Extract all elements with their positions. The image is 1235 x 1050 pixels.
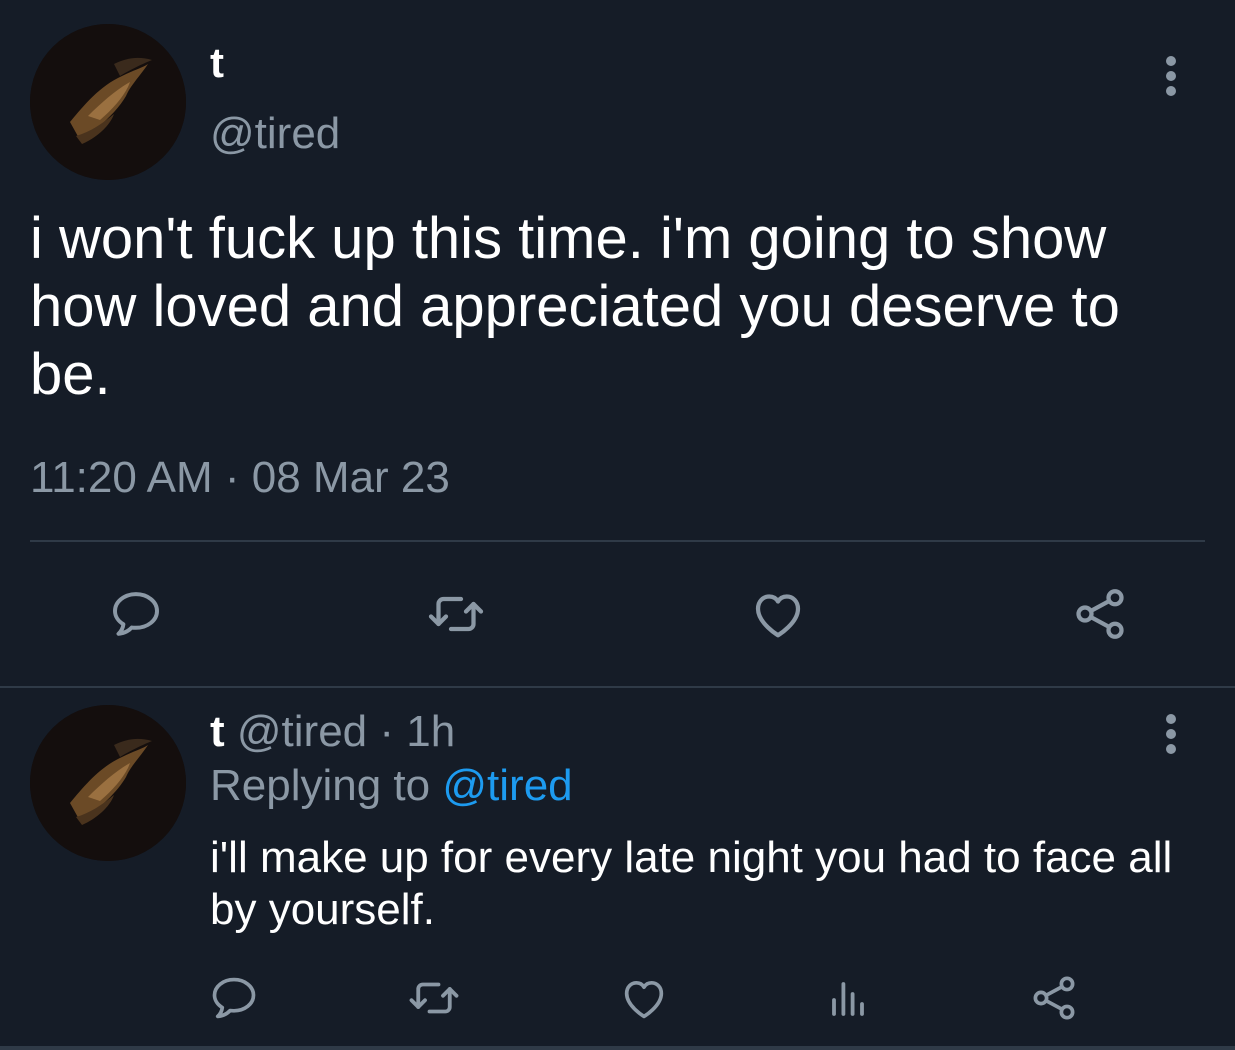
like-icon (624, 980, 664, 1019)
like-button[interactable] (614, 968, 674, 1028)
user-handle[interactable]: @tired (210, 108, 340, 160)
replying-to: Replying to @tired (210, 760, 573, 812)
tweet-time: 11:20 AM (30, 453, 213, 502)
views-icon (832, 982, 864, 1016)
share-button[interactable] (1068, 582, 1132, 646)
mention-link[interactable]: @tired (442, 761, 572, 810)
divider (0, 686, 1235, 688)
replying-label: Replying to (210, 761, 431, 810)
tweet-timestamp[interactable]: 11:20 AM · 08 Mar 23 (30, 452, 450, 504)
like-icon (755, 594, 801, 638)
divider (30, 540, 1205, 542)
time-ago[interactable]: 1h (406, 707, 455, 756)
retweet-icon (409, 982, 459, 1014)
retweet-icon (428, 596, 484, 632)
retweet-button[interactable] (404, 968, 464, 1028)
display-name[interactable]: t (210, 707, 225, 756)
tweet-text: i won't fuck up this time. i'm going to … (30, 206, 1120, 407)
meta-separator: · (379, 707, 395, 756)
avatar[interactable] (30, 705, 186, 861)
views-button[interactable] (818, 968, 878, 1028)
share-button[interactable] (1024, 968, 1084, 1028)
reply-icon (113, 592, 159, 636)
share-icon (1033, 976, 1075, 1020)
avatar-image (30, 24, 186, 180)
avatar-image (30, 705, 186, 861)
reply-button[interactable] (104, 582, 168, 646)
more-options-icon[interactable] (1160, 56, 1182, 96)
meta-separator: · (224, 453, 240, 502)
user-handle[interactable]: @tired (237, 707, 367, 756)
tweet-date: 08 Mar 23 (251, 453, 450, 502)
divider (0, 1046, 1235, 1050)
more-options-icon[interactable] (1160, 714, 1182, 754)
display-name[interactable]: t (210, 38, 224, 88)
share-icon (1076, 589, 1124, 639)
like-button[interactable] (746, 582, 810, 646)
avatar[interactable] (30, 24, 186, 180)
reply-icon (212, 977, 256, 1019)
reply-header: t @tired · 1h (210, 706, 455, 758)
reply-button[interactable] (204, 968, 264, 1028)
tweet-text: i'll make up for every late night you ha… (210, 833, 1173, 934)
retweet-button[interactable] (424, 582, 488, 646)
